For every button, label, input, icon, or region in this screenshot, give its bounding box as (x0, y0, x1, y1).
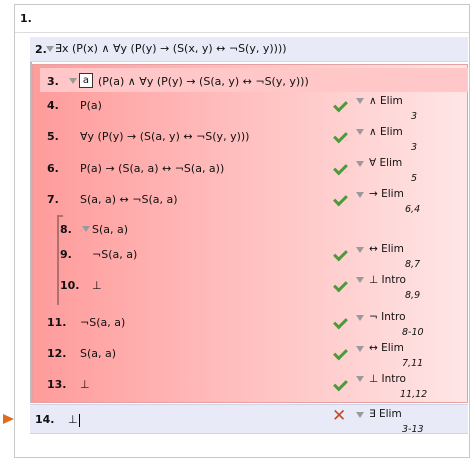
line-number: 5. (47, 130, 59, 143)
cross-icon: ✕ (332, 406, 347, 426)
triangle-down-icon[interactable] (356, 315, 364, 321)
assumption-formula[interactable]: S(a, a) (92, 223, 128, 236)
rule-label[interactable]: ∃ Elim (369, 408, 402, 420)
rule-support[interactable]: 3-13 (402, 424, 424, 435)
line-formula[interactable]: ∀y (P(y) → (S(a, y) ↔ ¬S(y, y))) (80, 130, 249, 143)
rule-label[interactable]: ∧ Elim (369, 126, 403, 138)
rule-support[interactable]: 11,12 (400, 389, 427, 400)
rule-support[interactable]: 3 (411, 111, 417, 122)
line-number: 6. (47, 162, 59, 175)
line-formula[interactable]: P(a) → (S(a, a) ↔ ¬S(a, a)) (80, 162, 224, 175)
triangle-down-icon[interactable] (356, 376, 364, 382)
line-formula[interactable]: P(a) (80, 99, 102, 112)
triangle-down-icon[interactable] (356, 346, 364, 352)
triangle-down-icon[interactable] (356, 129, 364, 135)
premise-formula[interactable]: ∃x (P(x) ∧ ∀y (P(y) → (S(x, y) ↔ ¬S(y, y… (55, 42, 287, 55)
rule-label[interactable]: ⊥ Intro (369, 373, 406, 385)
line-number: 10. (60, 279, 80, 292)
triangle-down-icon[interactable] (356, 98, 364, 104)
rule-label[interactable]: ↔ Elim (369, 243, 404, 255)
inner-subproof-top (57, 215, 63, 217)
rule-support[interactable]: 6,4 (405, 204, 420, 215)
line-formula[interactable]: ⊥ (92, 279, 102, 292)
boxed-constant[interactable]: a (79, 73, 93, 88)
triangle-down-icon[interactable] (356, 277, 364, 283)
proof-line-1[interactable] (15, 6, 469, 33)
rule-label[interactable]: → Elim (369, 188, 404, 200)
line-number: 14. (35, 413, 55, 426)
triangle-down-icon[interactable] (356, 412, 364, 418)
line-formula[interactable]: S(a, a) ↔ ¬S(a, a) (80, 193, 178, 206)
line-number: 4. (47, 99, 59, 112)
rule-support[interactable]: 8-10 (402, 327, 424, 338)
inner-subproof-bracket (57, 215, 59, 305)
triangle-down-icon[interactable] (356, 247, 364, 253)
line-number: 12. (47, 347, 67, 360)
line-number: 13. (47, 378, 67, 391)
rule-label[interactable]: ∧ Elim (369, 95, 403, 107)
arrow-right-icon (3, 414, 14, 424)
line-number: 3. (47, 75, 59, 88)
text-cursor (78, 413, 80, 427)
line-number: 7. (47, 193, 59, 206)
line-formula[interactable]: ⊥ (80, 378, 90, 391)
goal-formula-input[interactable]: ⊥ (68, 413, 80, 427)
line-number: 9. (60, 248, 72, 261)
line-number: 8. (60, 223, 72, 236)
triangle-down-icon[interactable] (69, 78, 77, 84)
line-number: 1. (20, 12, 32, 25)
line-number: 11. (47, 316, 67, 329)
triangle-down-icon[interactable] (356, 192, 364, 198)
line-formula[interactable]: ¬S(a, a) (80, 316, 125, 329)
rule-label[interactable]: ⊥ Intro (369, 274, 406, 286)
rule-support[interactable]: 7,11 (402, 358, 423, 369)
rule-label[interactable]: ↔ Elim (369, 342, 404, 354)
assumption-formula[interactable]: (P(a) ∧ ∀y (P(y) → (S(a, y) ↔ ¬S(y, y))) (98, 75, 309, 88)
rule-support[interactable]: 3 (411, 142, 417, 153)
rule-support[interactable]: 5 (411, 173, 417, 184)
rule-support[interactable]: 8,9 (405, 290, 420, 301)
rule-support[interactable]: 8,7 (405, 259, 420, 270)
rule-label[interactable]: ∀ Elim (369, 157, 402, 169)
triangle-down-icon[interactable] (46, 46, 54, 52)
triangle-down-icon[interactable] (82, 226, 90, 232)
line-formula[interactable]: S(a, a) (80, 347, 116, 360)
goal-formula-text: ⊥ (68, 413, 78, 426)
triangle-down-icon[interactable] (356, 161, 364, 167)
rule-label[interactable]: ¬ Intro (369, 311, 406, 323)
line-formula[interactable]: ¬S(a, a) (92, 248, 137, 261)
